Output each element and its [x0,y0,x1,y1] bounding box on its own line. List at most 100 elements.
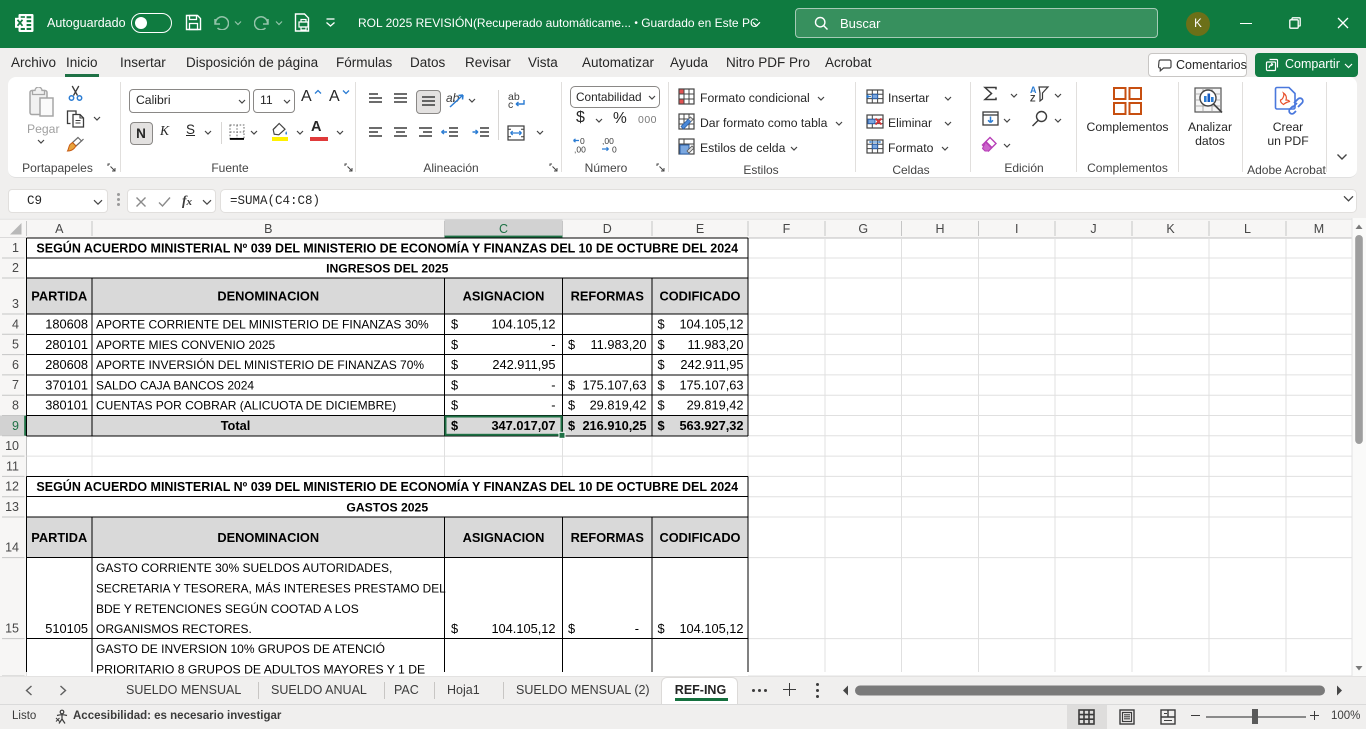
svg-text:REFORMAS: REFORMAS [571,289,645,304]
svg-text:G: G [858,222,868,236]
svg-text:F: F [783,222,791,236]
svg-text:J: J [1090,222,1096,236]
svg-text:-: - [551,337,555,352]
svg-text:ASIGNACION: ASIGNACION [463,289,545,304]
svg-text:$: $ [568,418,575,433]
svg-text:SECRETARIA Y TESORERA, MÁS INT: SECRETARIA Y TESORERA, MÁS INTERESES PRE… [96,582,446,596]
svg-text:ORGANISMOS RECTORES.: ORGANISMOS RECTORES. [96,622,252,636]
svg-text:104.105,12: 104.105,12 [679,317,743,332]
svg-text:D: D [603,222,612,236]
svg-text:10: 10 [5,439,19,453]
svg-text:380101: 380101 [45,398,88,413]
svg-text:104.105,12: 104.105,12 [491,621,555,636]
svg-text:$: $ [658,337,665,352]
svg-text:347.017,07: 347.017,07 [491,418,555,433]
svg-text:11.983,20: 11.983,20 [591,337,647,352]
svg-text:11.983,20: 11.983,20 [688,337,744,352]
svg-text:CODIFICADO: CODIFICADO [659,530,740,545]
svg-text:$: $ [658,621,665,636]
svg-text:280608: 280608 [45,357,88,372]
svg-text:5: 5 [12,338,19,352]
svg-text:$: $ [451,398,458,413]
svg-text:0: 0 [612,145,617,155]
svg-text:CUENTAS POR COBRAR (ALICUOTA D: CUENTAS POR COBRAR (ALICUOTA DE DICIEMBR… [96,399,396,413]
svg-text:E: E [696,222,704,236]
svg-text:180608: 180608 [45,317,88,332]
svg-text:104.105,12: 104.105,12 [679,621,743,636]
svg-text:13: 13 [5,500,19,514]
svg-text:-: - [551,398,555,413]
svg-text:CODIFICADO: CODIFICADO [659,289,740,304]
svg-text:APORTE MIES CONVENIO 2025: APORTE MIES CONVENIO 2025 [96,338,275,352]
svg-text:$: $ [451,357,458,372]
svg-text:104.105,12: 104.105,12 [491,317,555,332]
svg-text:,00: ,00 [574,145,586,155]
svg-text:Z: Z [1030,94,1036,103]
svg-text:GASTO DE INVERSION 10% GRUPOS: GASTO DE INVERSION 10% GRUPOS DE ATENCIÓ [96,641,385,656]
svg-text:Total: Total [221,418,251,433]
svg-text:242.911,95: 242.911,95 [680,357,743,372]
svg-text:I: I [1015,222,1018,236]
svg-text:1: 1 [12,241,19,255]
svg-text:-: - [551,377,555,392]
svg-text:A: A [55,222,64,236]
svg-text:563.927,32: 563.927,32 [679,418,743,433]
svg-text:SEGÚN ACUERDO MINISTERIAL Nº 0: SEGÚN ACUERDO MINISTERIAL Nº 039 DEL MIN… [36,479,738,494]
svg-text:3: 3 [12,297,19,311]
svg-text:PARTIDA: PARTIDA [31,530,87,545]
svg-text:GASTO CORRIENTE 30% SUELDOS AU: GASTO CORRIENTE 30% SUELDOS AUTORIDADES, [96,561,392,575]
svg-text:510105: 510105 [45,621,88,636]
svg-text:11: 11 [6,459,19,473]
svg-text:C: C [499,222,508,236]
svg-text:$: $ [658,377,665,392]
svg-text:6: 6 [12,358,19,372]
svg-text:216.910,25: 216.910,25 [582,418,646,433]
svg-text:$: $ [658,418,665,433]
svg-text:12: 12 [5,480,19,494]
svg-text:PARTIDA: PARTIDA [31,289,87,304]
svg-text:DENOMINACION: DENOMINACION [217,289,319,304]
svg-text:7: 7 [12,378,19,392]
svg-text:15: 15 [5,622,19,636]
svg-text:$: $ [451,337,458,352]
svg-text:$: $ [568,337,575,352]
svg-text:M: M [1314,222,1324,236]
svg-text:175.107,63: 175.107,63 [679,377,743,392]
svg-text:2: 2 [12,261,19,275]
svg-text:DENOMINACION: DENOMINACION [217,530,319,545]
svg-text:ab: ab [446,91,460,105]
svg-text:242.911,95: 242.911,95 [492,357,555,372]
svg-text:SEGÚN ACUERDO MINISTERIAL Nº 0: SEGÚN ACUERDO MINISTERIAL Nº 039 DEL MIN… [36,241,738,256]
svg-text:B: B [264,222,272,236]
svg-text:175.107,63: 175.107,63 [582,377,646,392]
svg-text:280101: 280101 [45,337,88,352]
svg-text:14: 14 [5,541,19,555]
svg-text:$: $ [451,621,458,636]
svg-text:4: 4 [12,317,19,331]
svg-text:K: K [1166,222,1175,236]
svg-text:APORTE INVERSIÓN DEL MINISTERI: APORTE INVERSIÓN DEL MINISTERIO DE FINAN… [96,357,424,372]
svg-text:c: c [508,99,513,109]
svg-text:INGRESOS DEL 2025: INGRESOS DEL 2025 [326,262,449,276]
svg-text:$: $ [568,377,575,392]
svg-text:SALDO CAJA BANCOS 2024: SALDO CAJA BANCOS 2024 [96,378,254,392]
svg-text:9: 9 [12,419,19,433]
svg-text:GASTOS 2025: GASTOS 2025 [346,501,428,515]
svg-text:$: $ [658,317,665,332]
svg-text:370101: 370101 [45,377,88,392]
svg-text:REFORMAS: REFORMAS [571,530,645,545]
svg-text:$: $ [451,418,458,433]
svg-text:29.819,42: 29.819,42 [590,398,647,413]
svg-text:$: $ [568,398,575,413]
svg-text:$: $ [568,621,575,636]
svg-text:PRIORITARIO 8 GRUPOS DE ADULTO: PRIORITARIO 8 GRUPOS DE ADULTOS MAYORES … [96,663,425,677]
svg-text:APORTE CORRIENTE DEL MINISTERI: APORTE CORRIENTE DEL MINISTERIO DE FINAN… [96,318,429,332]
svg-text:BDE Y RETENCIONES SEGÚN COOTAD: BDE Y RETENCIONES SEGÚN COOTAD A LOS [96,601,359,616]
svg-text:$: $ [451,317,458,332]
svg-text:8: 8 [12,399,19,413]
svg-text:ASIGNACION: ASIGNACION [463,530,545,545]
svg-text:$: $ [658,398,665,413]
svg-text:L: L [1244,222,1251,236]
svg-text:29.819,42: 29.819,42 [687,398,744,413]
svg-text:H: H [935,222,944,236]
